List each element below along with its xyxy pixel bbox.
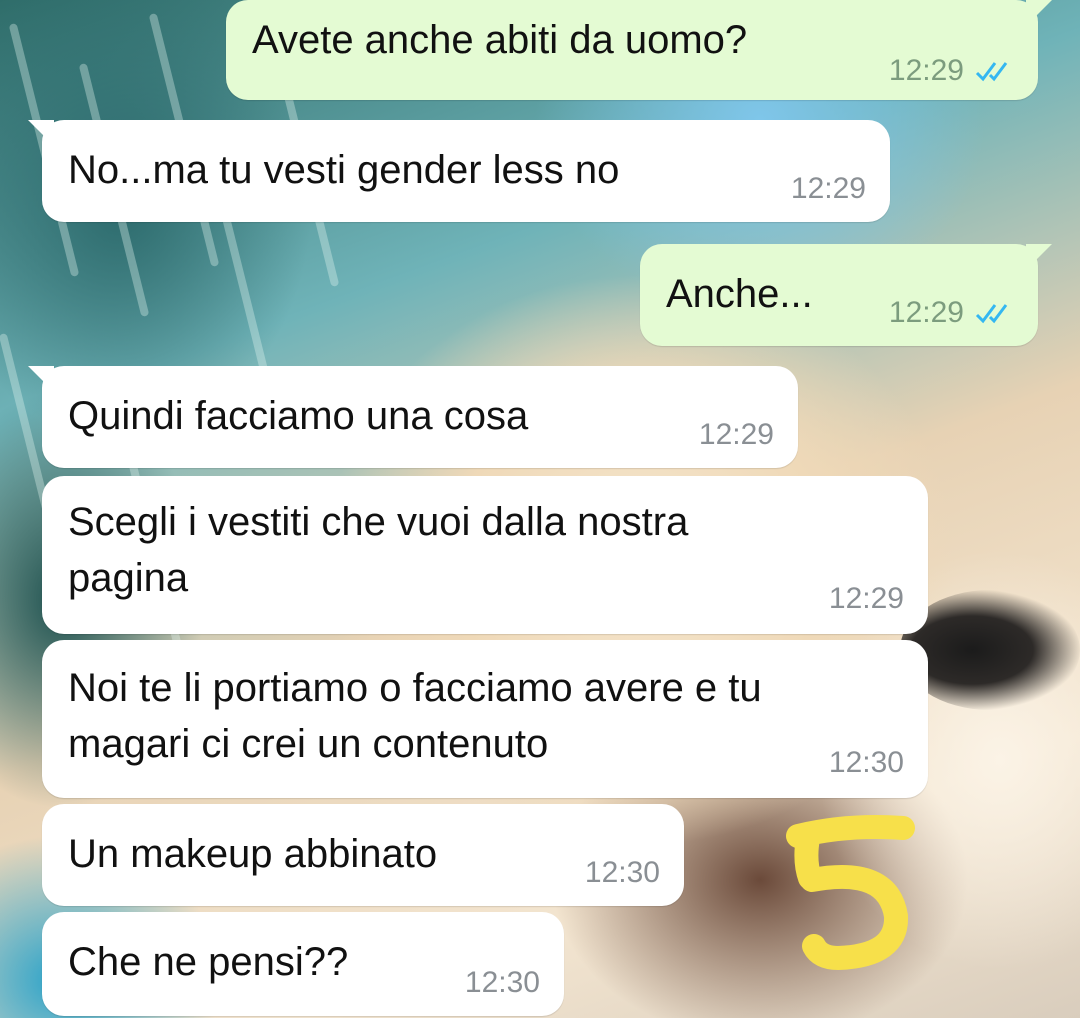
yellow-doodle-annotation	[786, 815, 915, 971]
message-text: Quindi facciamo una cosa	[68, 394, 529, 438]
message-text: Avete anche abiti da uomo?	[252, 18, 748, 62]
message-time: 12:30	[584, 856, 660, 889]
message-text: No...ma tu vesti gender less no	[68, 148, 620, 192]
message-incoming[interactable]: Che ne pensi?? 12:30	[42, 912, 564, 1016]
message-meta: 12:29	[829, 582, 904, 616]
message-meta: 12:30	[465, 966, 540, 1000]
message-text: Anche...	[666, 272, 813, 316]
message-incoming[interactable]: No...ma tu vesti gender less no 12:29	[28, 120, 890, 222]
message-incoming[interactable]: Quindi facciamo una cosa 12:29	[28, 366, 798, 468]
message-time: 12:29	[888, 296, 964, 329]
message-text: Noi te li portiamo o facciamo avere e tu…	[68, 666, 762, 766]
message-time: 12:29	[698, 418, 774, 451]
message-time: 12:29	[828, 582, 904, 615]
message-text: Scegli i vestiti che vuoi dalla nostra p…	[68, 500, 689, 600]
message-meta: 12:30	[585, 856, 660, 890]
message-time: 12:30	[828, 746, 904, 779]
message-time: 12:29	[790, 172, 866, 205]
message-time: 12:29	[888, 54, 964, 87]
message-outgoing[interactable]: Anche... 12:29	[640, 244, 1052, 346]
message-meta: 12:29	[791, 172, 866, 206]
message-meta: 12:29	[889, 54, 1014, 88]
message-incoming[interactable]: Un makeup abbinato 12:30	[42, 804, 684, 906]
message-incoming[interactable]: Scegli i vestiti che vuoi dalla nostra p…	[42, 476, 928, 634]
double-check-icon	[975, 304, 1008, 324]
message-outgoing[interactable]: Avete anche abiti da uomo? 12:29	[226, 0, 1052, 100]
message-text: Che ne pensi??	[68, 940, 349, 984]
message-text: Un makeup abbinato	[68, 832, 438, 876]
message-meta: 12:30	[829, 746, 904, 780]
message-time: 12:30	[464, 966, 540, 999]
message-meta: 12:29	[699, 418, 774, 452]
message-incoming[interactable]: Noi te li portiamo o facciamo avere e tu…	[42, 640, 928, 798]
double-check-icon	[975, 62, 1008, 82]
message-meta: 12:29	[889, 296, 1014, 330]
